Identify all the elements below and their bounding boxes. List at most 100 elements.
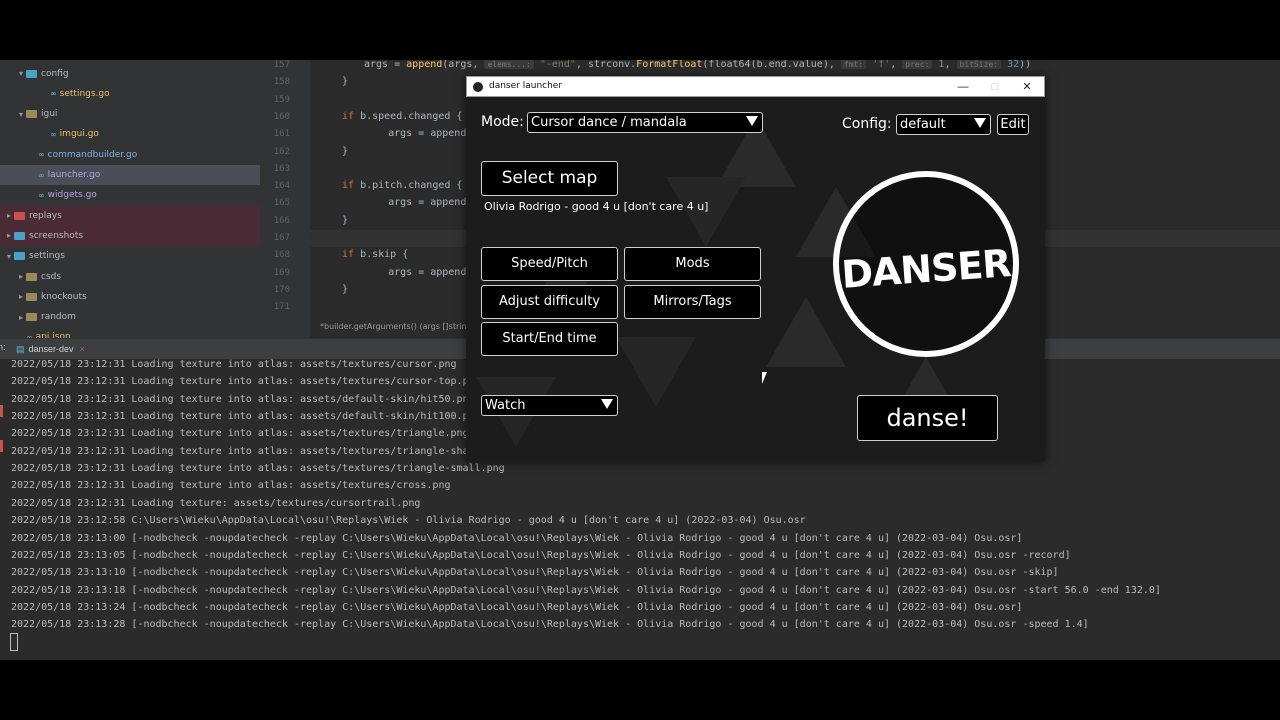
code-token: )) (1019, 60, 1032, 70)
code-token: fmt: (840, 60, 867, 69)
code-line: if b.speed.changed { (342, 111, 462, 122)
tab-label: danser-dev (28, 344, 74, 354)
mode-label: Mode: (481, 114, 524, 130)
background-triangle (616, 337, 696, 407)
launcher-window[interactable]: danser launcher — □ ✕ Mode: Cursor dance… (466, 76, 1045, 462)
code-token: append (406, 60, 443, 70)
tab-danser-dev[interactable]: ▤ danser-dev × (10, 339, 91, 361)
go-file-icon: ∞ (50, 129, 57, 139)
chevron-down-icon[interactable]: ▾ (16, 110, 26, 119)
folder-icon (26, 313, 37, 322)
minimize-button[interactable]: — (954, 79, 972, 95)
console-marker (0, 405, 3, 417)
code-keyword: if (342, 110, 355, 122)
mirrors-tags-button[interactable]: Mirrors/Tags (624, 285, 761, 319)
log-line: 2022/05/18 23:12:31 Loading texture into… (11, 376, 481, 388)
start-end-time-button[interactable]: Start/End time (481, 322, 618, 356)
log-line: 2022/05/18 23:12:58 C:\Users\Wieku\AppDa… (11, 515, 806, 527)
chevron-right-icon[interactable]: ▸ (16, 313, 26, 322)
tree-item-label: launcher.go (47, 170, 101, 180)
mode-select[interactable]: Cursor dance / mandala (527, 112, 763, 133)
config-select[interactable]: default (896, 114, 991, 135)
code-text: } (342, 145, 349, 157)
go-file-icon: ∞ (38, 190, 45, 200)
tree-item[interactable]: ▸ csds (0, 267, 260, 287)
adjust-difficulty-button[interactable]: Adjust difficulty (481, 285, 618, 319)
log-line: 2022/05/18 23:12:31 Loading texture: ass… (11, 497, 421, 509)
edit-config-button[interactable]: Edit (997, 114, 1029, 135)
tree-item[interactable]: ▾ igui (0, 104, 260, 124)
tree-item[interactable]: ▾ settings (0, 246, 260, 266)
select-map-button[interactable]: Select map (481, 161, 618, 196)
chevron-right-icon[interactable]: ▸ (4, 211, 14, 220)
close-button[interactable]: ✕ (1018, 79, 1036, 95)
log-line: 2022/05/18 23:13:05 [-nodbcheck -noupdat… (11, 549, 1071, 561)
folder-icon (14, 231, 25, 240)
code-line: } (342, 215, 348, 226)
code-token: args = (364, 60, 407, 70)
tree-item-label: imgui.go (59, 129, 99, 140)
log-line: 2022/05/18 23:13:24 [-nodbcheck -noupdat… (11, 601, 1023, 613)
chevron-down-icon[interactable]: ▾ (16, 69, 26, 78)
window-titlebar[interactable]: danser launcher — □ ✕ (466, 76, 1045, 97)
line-number: 165 (273, 198, 290, 209)
code-token: , strconv. (575, 60, 637, 70)
danser-logo: DANSER (833, 171, 1019, 357)
editor-breadcrumb[interactable]: *builder.getArguments() (args []string) (320, 322, 475, 331)
chevron-right-icon[interactable]: ▸ (16, 292, 26, 301)
tree-item-label: replays (29, 210, 62, 221)
tree-item[interactable]: ▸ random (0, 307, 260, 327)
line-number: 160 (273, 111, 290, 122)
selected-map-name: Olivia Rodrigo - good 4 u [don't care 4 … (484, 200, 709, 213)
log-line: 2022/05/18 23:13:28 [-nodbcheck -noupdat… (11, 619, 1089, 631)
code-line: } (342, 76, 348, 87)
tree-item[interactable]: ∞ imgui.go (0, 124, 260, 144)
launcher-body: Mode: Cursor dance / mandala Config: def… (466, 97, 1045, 462)
tree-item[interactable]: ∞ commandbuilder.go (0, 145, 260, 165)
chevron-right-icon[interactable]: ▸ (16, 272, 26, 281)
code-token: 'f' (872, 60, 891, 70)
tree-item[interactable]: ∞ launcher.go (0, 165, 260, 185)
chevron-down-icon (746, 116, 758, 126)
log-line: 2022/05/18 23:13:18 [-nodbcheck -noupdat… (11, 584, 1161, 596)
log-line: 2022/05/18 23:12:31 Loading texture into… (11, 359, 457, 370)
folder-icon (14, 211, 25, 220)
code-token: , (890, 60, 903, 70)
line-number: 157 (273, 60, 290, 70)
watch-select[interactable]: Watch (481, 395, 618, 416)
log-line: 2022/05/18 23:12:31 Loading texture into… (11, 428, 469, 440)
mods-button[interactable]: Mods (624, 247, 761, 281)
code-token: , (944, 60, 957, 70)
config-select-value: default (900, 117, 946, 132)
code-token: elems...: (484, 60, 534, 69)
code-line: args = append(args, elems...: "-end", st… (364, 60, 1031, 70)
tree-item[interactable]: ▸ knockouts (0, 287, 260, 307)
tree-item[interactable]: ∞ settings.go (0, 84, 260, 104)
tree-item[interactable]: ▸ screenshots (0, 225, 260, 246)
tree-item-label: settings.go (59, 88, 110, 99)
tree-item-label: settings (29, 251, 65, 262)
background-triangle (766, 297, 846, 367)
code-line: } (342, 284, 348, 295)
go-file-icon: ∞ (38, 170, 45, 180)
tree-item[interactable]: ▸ replays (0, 205, 260, 226)
folder-icon (26, 110, 37, 119)
folder-icon (14, 252, 25, 261)
speed-pitch-button[interactable]: Speed/Pitch (481, 247, 618, 281)
tree-item[interactable]: ▾ config (0, 64, 260, 84)
danse-button[interactable]: danse! (857, 395, 998, 441)
tab-close-icon[interactable]: × (80, 344, 85, 354)
log-line: 2022/05/18 23:12:31 Loading texture into… (11, 463, 505, 475)
desktop-screen: ▾ config ∞ settings.go ▾ igui ∞ imgui.go ∞ comman… (0, 60, 1280, 660)
maximize-button[interactable]: □ (986, 79, 1004, 95)
code-line: if b.skip { (342, 249, 408, 260)
project-tree: ▾ config ∞ settings.go ▾ igui ∞ imgui.go ∞ comman… (0, 60, 260, 338)
log-line: 2022/05/18 23:12:31 Loading texture into… (11, 411, 481, 423)
code-line: if b.pitch.changed { (342, 180, 462, 191)
chevron-down-icon[interactable]: ▾ (4, 252, 14, 261)
line-number: 168 (273, 250, 290, 261)
tree-item[interactable]: ∞ widgets.go (0, 185, 260, 205)
code-token: bitSize: (956, 60, 1002, 69)
tree-item[interactable]: ∞ api.json (0, 327, 260, 338)
chevron-right-icon[interactable]: ▸ (4, 231, 14, 240)
